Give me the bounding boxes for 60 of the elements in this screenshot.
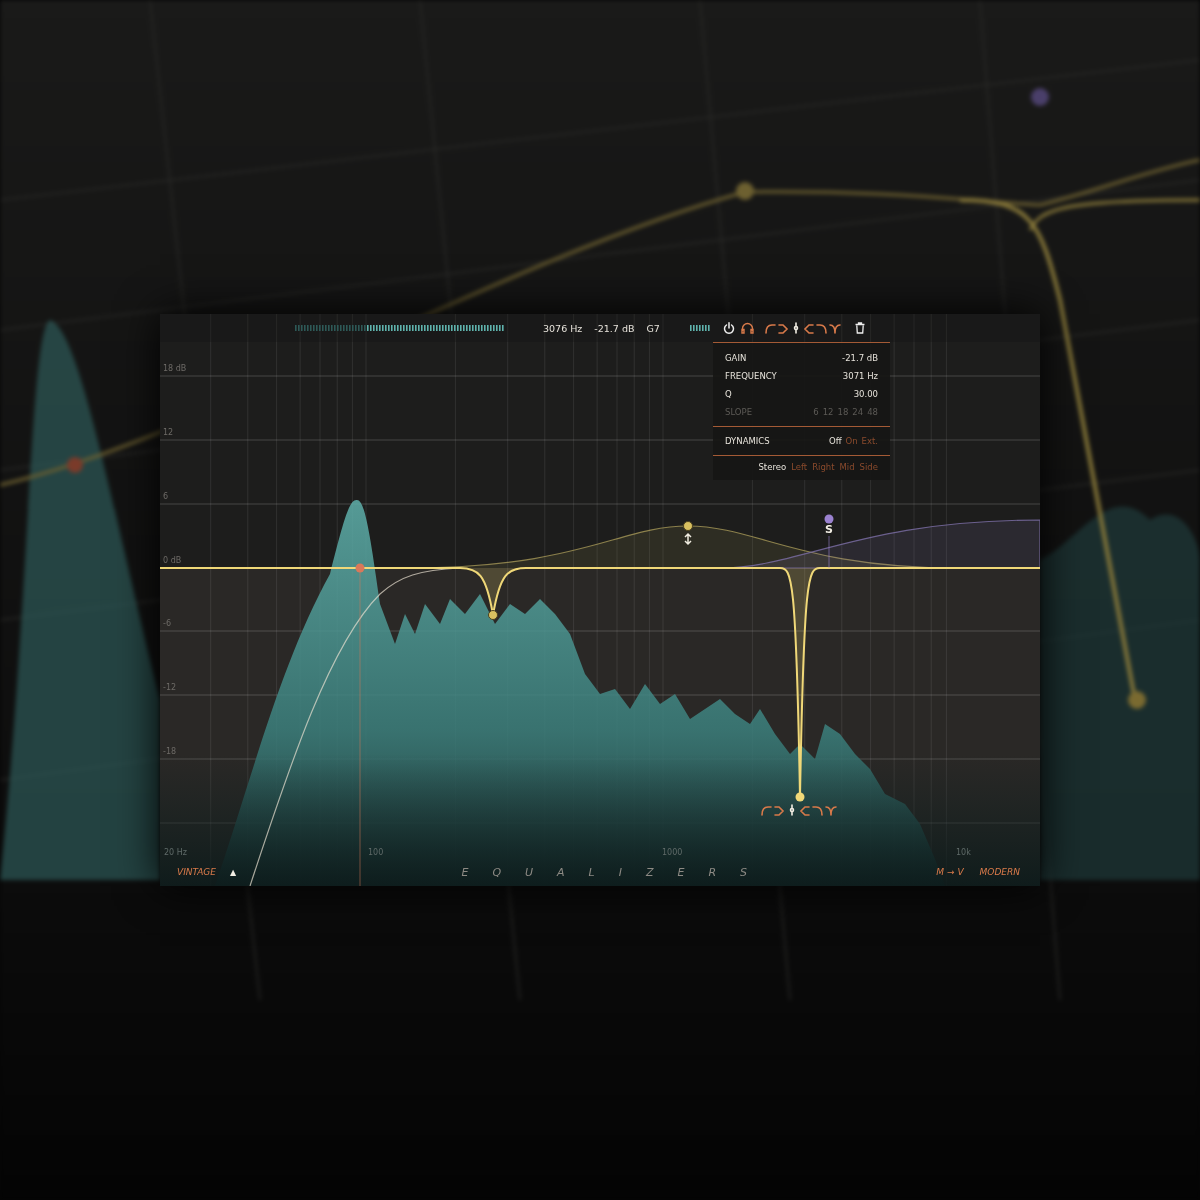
power-icon[interactable] [722,322,735,334]
readout: 3076 Hz [543,322,583,334]
high-cut-filter-icon[interactable] [812,804,824,816]
field-value[interactable]: 30.00 [853,389,878,399]
readout: -21.7 dB [594,322,635,334]
field-label: SLOPE [725,407,752,417]
low-cut-filter-icon[interactable] [760,804,772,816]
trash-icon[interactable] [854,322,865,334]
axis-label: 12 [163,428,174,437]
stereo-option[interactable]: Stereo [758,462,787,472]
eq-node[interactable] [824,514,834,524]
dynamics-option[interactable]: On [845,436,858,446]
low-cut-filter-icon[interactable] [763,322,776,334]
backdrop-node [1031,88,1049,106]
modern-mode-button[interactable]: MODERN [979,867,1020,877]
dynamics-option[interactable]: Ext. [861,436,878,446]
low-shelf-filter-icon[interactable] [773,804,785,816]
up-down-arrow-icon [684,532,692,546]
stereo-option[interactable]: Mid [839,462,855,472]
backdrop-node [1128,691,1146,709]
axis-label: 0 dB [163,556,182,565]
field-label: DYNAMICS [725,436,770,446]
eq-node[interactable] [488,610,498,620]
backdrop-node [67,457,83,473]
stereo-option[interactable]: Side [859,462,878,472]
dynamics-option[interactable]: Off [828,436,842,446]
eq-node[interactable] [355,563,365,573]
readout: G7 [646,322,660,334]
notch-filter-icon[interactable] [828,322,841,334]
axis-label: 6 [163,492,169,501]
headphones-icon[interactable] [740,322,754,334]
notch-filter-icon[interactable] [825,804,837,816]
eq-node[interactable] [795,792,805,802]
mode-toggle[interactable]: ▲ [230,867,237,877]
backdrop-node [736,182,754,200]
stereo-option[interactable]: Right [812,462,835,472]
low-shelf-filter-icon[interactable] [776,322,789,334]
vintage-mode-button[interactable]: VINTAGE [177,867,217,877]
field-value[interactable]: -21.7 dB [842,353,878,363]
axis-label: 100 [368,848,384,857]
axis-label: 18 dB [163,364,187,373]
field-value[interactable]: 3071 Hz [842,371,878,381]
high-cut-filter-icon[interactable] [815,322,828,334]
axis-label: 10k [956,848,971,857]
axis-label: 1000 [662,848,683,857]
field-label: GAIN [725,353,747,363]
level-meter [689,325,711,331]
node-stem [828,535,830,569]
high-shelf-filter-icon[interactable] [802,322,815,334]
side-marker: S [825,524,833,536]
axis-label: 20 Hz [164,848,187,857]
field-label: Q [725,389,732,399]
field-label: FREQUENCY [725,371,777,381]
axis-label: -18 [163,747,177,756]
axis-label: -12 [163,683,177,692]
mode-switch-button[interactable]: M → V [936,867,964,877]
high-shelf-filter-icon[interactable] [799,804,811,816]
stereo-option[interactable]: Left [791,462,808,472]
eq-node[interactable] [683,521,693,531]
plugin-title: EQUALIZERS [460,865,773,879]
